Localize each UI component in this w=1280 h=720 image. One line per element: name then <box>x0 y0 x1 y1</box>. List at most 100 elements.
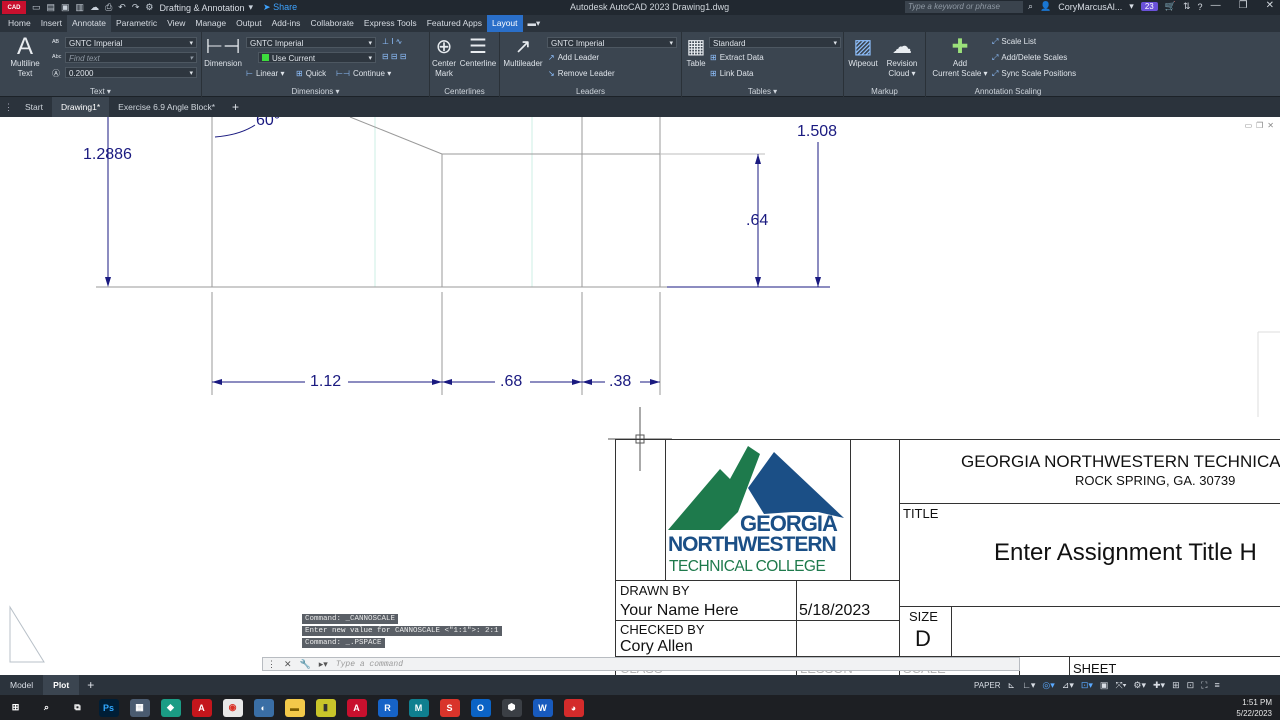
tab-insert[interactable]: Insert <box>36 15 67 32</box>
autocad-taskbar-icon[interactable]: A <box>346 698 367 717</box>
menu-icon[interactable]: ⋮ <box>4 102 16 113</box>
open-icon[interactable]: ▤ <box>47 2 56 13</box>
notifications-badge[interactable]: 23 <box>1140 2 1158 11</box>
chevron-down-icon[interactable]: ▾ <box>249 2 254 13</box>
restore-viewport-icon[interactable]: ❐ <box>1256 121 1263 130</box>
tab-express-tools[interactable]: Express Tools <box>359 15 422 32</box>
leader-style-dropdown[interactable]: GNTC Imperial <box>547 37 677 49</box>
ortho-icon[interactable]: ∟▾ <box>1022 680 1035 691</box>
annotation-scale-icon[interactable]: ⚙▾ <box>1133 680 1146 691</box>
app-logo[interactable]: CAD <box>2 1 26 14</box>
close-viewport-icon[interactable]: ✕ <box>1267 121 1274 130</box>
wipeout-button[interactable]: ▨ Wipeout <box>846 36 880 69</box>
tab-home[interactable]: Home <box>3 15 36 32</box>
redo-icon[interactable]: ↷ <box>132 2 140 13</box>
polar-icon[interactable]: ◎▾ <box>1042 680 1054 691</box>
ribbon-toggle-icon[interactable]: ▬▾ <box>523 15 546 32</box>
text-style-dropdown[interactable]: GNTC Imperial <box>65 37 197 49</box>
app-icon[interactable]: ◕ <box>563 698 584 717</box>
file-tab-drawing1[interactable]: Drawing1* <box>51 97 110 117</box>
dim-text-064[interactable]: .64 <box>746 212 768 230</box>
dim-layer-dropdown[interactable]: Use Current <box>258 52 376 64</box>
multiline-text-button[interactable]: A Multiline Text <box>6 35 44 79</box>
new-tab-icon[interactable]: + <box>224 100 247 114</box>
solidworks-icon[interactable]: S <box>439 698 460 717</box>
revision-cloud-button[interactable]: ☁ Revision Cloud ▾ <box>883 36 921 79</box>
recent-commands-icon[interactable]: ▸▾ <box>315 659 332 670</box>
sync-scale-button[interactable]: ⤢ Sync Scale Positions <box>992 69 1076 79</box>
app-icon[interactable]: ⬢ <box>501 698 522 717</box>
outlook-icon[interactable]: O <box>470 698 491 717</box>
table-button[interactable]: ▦ Table <box>684 36 708 69</box>
dim-text-1-12[interactable]: 1.12 <box>310 373 341 391</box>
find-text-input[interactable]: Find text <box>65 52 197 64</box>
tab-view[interactable]: View <box>162 15 190 32</box>
quick-dim-button[interactable]: ⊞ Quick <box>296 69 326 78</box>
grip-icon[interactable]: ⋮ <box>263 659 280 670</box>
app-icon[interactable]: ◆ <box>160 698 181 717</box>
windows-start-icon[interactable]: ⊞ <box>6 699 26 717</box>
multileader-button[interactable]: ↗ Multileader <box>502 36 544 69</box>
tab-collaborate[interactable]: Collaborate <box>305 15 358 32</box>
word-icon[interactable]: W <box>532 698 553 717</box>
file-tab-exercise[interactable]: Exercise 6.9 Angle Block* <box>109 97 224 117</box>
tab-output[interactable]: Output <box>231 15 267 32</box>
remove-leader-button[interactable]: ↘ Remove Leader <box>548 69 615 78</box>
search-icon[interactable]: ⌕ <box>37 699 57 717</box>
chevron-down-icon[interactable]: ▾ <box>1129 1 1134 12</box>
customize-icon[interactable]: 🔧 <box>296 659 315 670</box>
user-icon[interactable]: 👤 <box>1040 1 1051 12</box>
system-clock[interactable]: 1:51 PM 5/22/2023 <box>1236 697 1272 719</box>
units-icon[interactable]: ⊞ <box>1172 680 1180 691</box>
centerline-button[interactable]: ☰ Centerline <box>459 36 497 69</box>
undo-icon[interactable]: ↶ <box>118 2 126 13</box>
dim-text-068[interactable]: .68 <box>500 373 522 391</box>
paper-space-toggle[interactable]: PAPER <box>974 681 1001 690</box>
app-icon[interactable]: M <box>408 698 429 717</box>
dim-text-angle[interactable]: 60° <box>256 117 280 130</box>
revit-icon[interactable]: R <box>377 698 398 717</box>
tab-annotate[interactable]: Annotate <box>66 15 111 32</box>
layout-tab-plot[interactable]: Plot <box>43 675 80 695</box>
osnap-icon[interactable]: ⊡▾ <box>1081 680 1093 691</box>
saveas-icon[interactable]: ▥ <box>76 2 85 13</box>
app-icon[interactable]: ▮ <box>315 698 336 717</box>
dim-text-1-508[interactable]: 1.508 <box>797 123 837 141</box>
checked-by-value[interactable]: Cory Allen <box>620 638 693 656</box>
dim-tools-icons-2[interactable]: ⊟ ⊟ ⊟ <box>382 52 407 61</box>
cloud-icon[interactable]: ☁ <box>90 2 99 13</box>
help-icon[interactable]: ? <box>1197 2 1202 12</box>
user-name[interactable]: CoryMarcusAl... <box>1058 2 1122 12</box>
file-explorer-icon[interactable]: ▬ <box>284 698 305 717</box>
dim-text-1-2886[interactable]: 1.2886 <box>83 146 132 164</box>
tab-parametric[interactable]: Parametric <box>111 15 162 32</box>
assignment-title[interactable]: Enter Assignment Title H <box>994 539 1257 567</box>
photoshop-icon[interactable]: Ps <box>98 698 119 717</box>
cart-icon[interactable]: 🛒 <box>1165 1 1176 12</box>
minimize-viewport-icon[interactable]: ▭ <box>1245 121 1253 130</box>
minimize-icon[interactable]: — <box>1211 0 1221 11</box>
customization-icon[interactable]: ≡ <box>1214 680 1219 690</box>
app-icon[interactable]: ◐ <box>253 698 274 717</box>
drawn-by-value[interactable]: Your Name Here <box>620 602 739 620</box>
isodraft-icon[interactable]: ⊿▾ <box>1062 680 1074 691</box>
selection-cycling-icon[interactable]: ⤧▾ <box>1115 680 1126 691</box>
tab-manage[interactable]: Manage <box>190 15 231 32</box>
continue-dim-button[interactable]: ⊢⊣ Continue ▾ <box>336 69 391 78</box>
lineweight-icon[interactable]: ▣ <box>1100 680 1109 691</box>
tab-addins[interactable]: Add-ins <box>267 15 306 32</box>
scale-list-button[interactable]: ⤢ Scale List <box>992 37 1036 47</box>
dimension-button[interactable]: ⊢⊣ Dimension <box>204 36 242 69</box>
tab-featured-apps[interactable]: Featured Apps <box>422 15 487 32</box>
close-icon[interactable]: ✕ <box>280 659 296 670</box>
dim-style-dropdown[interactable]: GNTC Imperial <box>246 37 376 49</box>
chrome-icon[interactable]: ◉ <box>222 698 243 717</box>
dim-tools-icons[interactable]: ⊥ I ∿ <box>382 37 402 46</box>
add-current-scale-button[interactable]: ✚ Add Current Scale ▾ <box>932 36 988 79</box>
layout-tab-model[interactable]: Model <box>0 675 43 695</box>
add-delete-scales-button[interactable]: ⤢ Add/Delete Scales <box>992 53 1067 63</box>
search-icon[interactable]: ⌕ <box>1028 1 1033 12</box>
acrobat-icon[interactable]: A <box>191 698 212 717</box>
help-search-input[interactable]: Type a keyword or phrase <box>905 1 1023 13</box>
link-data-button[interactable]: ⊞ Link Data <box>710 69 754 78</box>
